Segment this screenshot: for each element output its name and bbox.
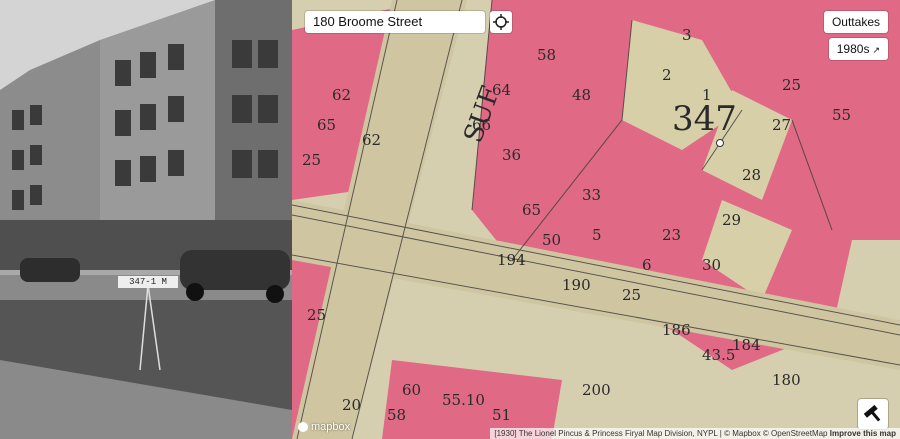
svg-text:62: 62 (362, 131, 381, 149)
svg-text:25: 25 (622, 286, 641, 304)
svg-text:36: 36 (502, 146, 521, 164)
svg-text:60: 60 (402, 381, 421, 399)
svg-text:6: 6 (642, 256, 652, 274)
hammer-icon (863, 404, 881, 422)
svg-text:51: 51 (492, 406, 511, 424)
svg-text:48: 48 (572, 86, 591, 104)
decade-label: 1980s (836, 42, 870, 56)
svg-text:190: 190 (562, 276, 591, 294)
svg-text:186: 186 (662, 321, 691, 339)
address-search-input[interactable]: 180 Broome Street (305, 11, 485, 33)
svg-text:3: 3 (682, 26, 692, 44)
svg-text:58: 58 (537, 46, 556, 64)
external-link-icon: ↗ (872, 45, 880, 55)
svg-text:180: 180 (772, 371, 801, 389)
outtakes-button[interactable]: Outtakes (823, 11, 888, 33)
svg-text:25: 25 (302, 151, 321, 169)
improve-map-link[interactable]: Improve this map (830, 429, 896, 438)
svg-text:25: 25 (782, 76, 801, 94)
map-attribution: [1930] The Lionel Pincus & Princess Firy… (490, 428, 900, 439)
svg-text:33: 33 (582, 186, 601, 204)
svg-text:43.5: 43.5 (702, 346, 735, 364)
block-number-label: 347 (672, 99, 737, 139)
svg-text:28: 28 (742, 166, 761, 184)
attribution-text: [1930] The Lionel Pincus & Princess Firy… (494, 429, 828, 438)
tax-photo: 347-1 M (0, 0, 292, 439)
crosshair-icon (493, 14, 509, 30)
svg-text:29: 29 (722, 211, 741, 229)
decade-1980s-button[interactable]: 1980s ↗ (828, 38, 888, 60)
mapbox-logo[interactable]: mapbox (298, 421, 350, 433)
svg-text:25: 25 (307, 306, 326, 324)
svg-text:62: 62 (332, 86, 351, 104)
svg-text:184: 184 (732, 336, 761, 354)
svg-text:58: 58 (387, 406, 406, 424)
svg-text:65: 65 (522, 201, 541, 219)
mapbox-wordmark: mapbox (311, 421, 351, 433)
svg-text:55.10: 55.10 (442, 391, 485, 409)
svg-text:50: 50 (542, 231, 561, 249)
svg-text:200: 200 (582, 381, 611, 399)
svg-text:23: 23 (662, 226, 681, 244)
mapbox-logo-icon (298, 422, 308, 432)
svg-text:5: 5 (592, 226, 602, 244)
tool-button[interactable] (858, 399, 888, 429)
historical-map[interactable]: 65 62 62 25 36 65 48 58 66 64 3 2 1 25 27 28 29 30 5… (292, 0, 900, 439)
svg-text:20: 20 (342, 396, 361, 414)
svg-text:27: 27 (772, 116, 791, 134)
locate-button[interactable] (490, 11, 512, 33)
photo-placard: 347-1 M (118, 276, 178, 288)
svg-text:65: 65 (317, 116, 336, 134)
svg-text:194: 194 (497, 251, 526, 269)
svg-text:55: 55 (832, 106, 851, 124)
svg-text:2: 2 (662, 66, 672, 84)
svg-text:30: 30 (702, 256, 721, 274)
location-marker (716, 139, 724, 147)
